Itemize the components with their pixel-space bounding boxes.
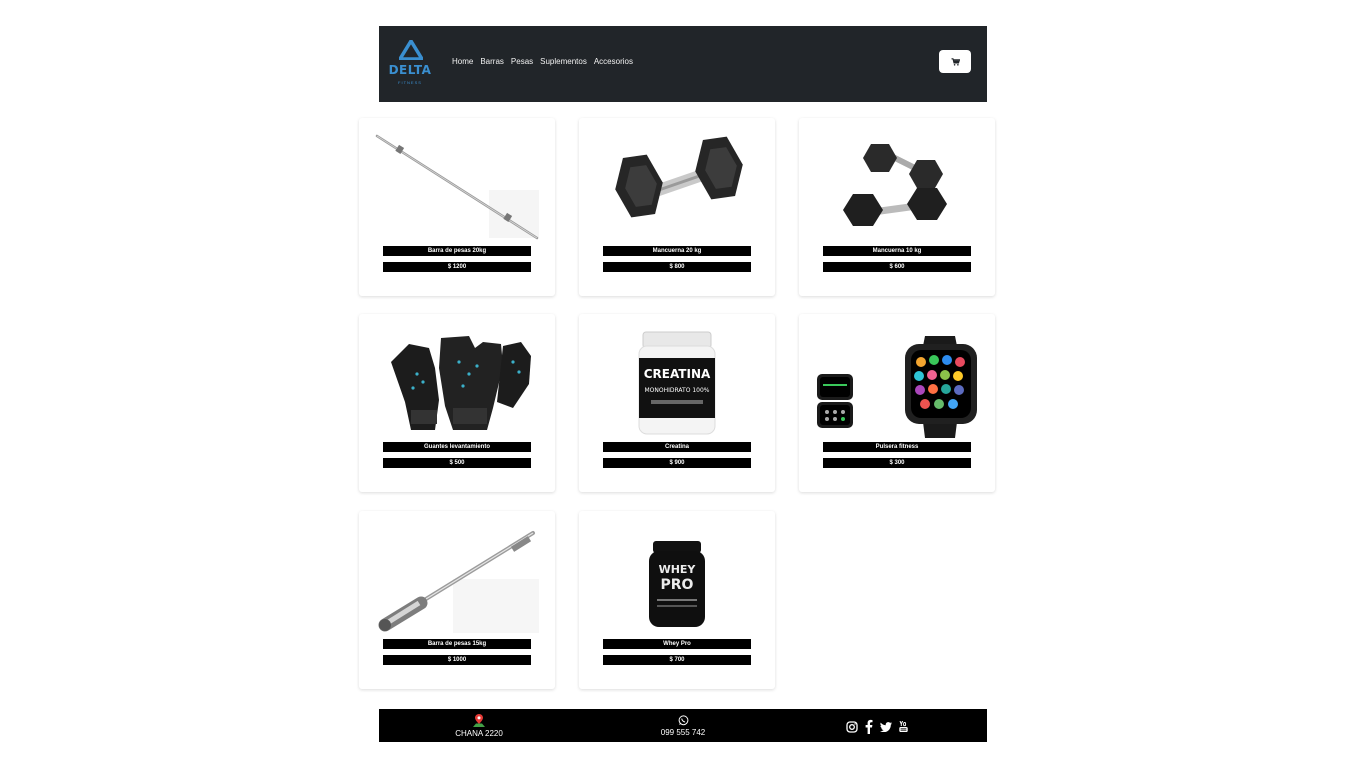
footer-address[interactable]: CHANA 2220 — [449, 709, 509, 742]
twitter-icon[interactable] — [880, 721, 892, 732]
creatine-sublabel: MONOHIDRATO 100% — [644, 387, 709, 394]
nav-link-accesorios[interactable]: Accesorios — [594, 57, 633, 66]
product-image-creatine-tub[interactable]: CREATINA MONOHIDRATO 100% — [593, 322, 761, 440]
whey-tub-icon: WHEY PRO — [649, 541, 705, 627]
whey-sublabel: PRO — [661, 577, 694, 593]
product-card[interactable]: Barra de pesas 15kg $ 1000 — [359, 511, 555, 689]
product-price: $ 800 — [603, 262, 751, 272]
footer-phone[interactable]: 099 555 742 — [651, 709, 715, 742]
product-image-straight-barbell[interactable] — [373, 126, 541, 244]
product-name: Mancuerna 20 kg — [603, 246, 751, 256]
lifting-gloves-icon — [391, 336, 531, 430]
product-card[interactable]: Mancuerna 20 kg $ 800 — [579, 118, 775, 296]
creatine-label: CREATINA — [644, 367, 711, 381]
product-price: $ 600 — [823, 262, 971, 272]
hex-dumbbell-icon — [615, 136, 743, 218]
social-links — [846, 719, 908, 734]
nav-link-barras[interactable]: Barras — [480, 57, 504, 66]
whey-label: WHEY — [659, 563, 697, 576]
cart-button[interactable] — [939, 50, 971, 73]
product-name: Creatina — [603, 442, 751, 452]
product-name: Guantes levantamiento — [383, 442, 531, 452]
map-pin-icon — [473, 713, 485, 727]
product-card[interactable]: Pulsera fitness $ 300 — [799, 314, 995, 492]
product-image-smartwatch[interactable] — [813, 322, 981, 440]
product-name: Barra de pesas 20kg — [383, 246, 531, 256]
whatsapp-icon — [678, 714, 688, 725]
nav-link-home[interactable]: Home — [452, 57, 473, 66]
product-card[interactable]: CREATINA MONOHIDRATO 100% Creatina $ 900 — [579, 314, 775, 492]
delta-triangle-icon — [399, 40, 423, 60]
facebook-icon[interactable] — [865, 719, 873, 734]
product-name: Barra de pesas 15kg — [383, 639, 531, 649]
product-card[interactable]: Mancuerna 10 kg $ 600 — [799, 118, 995, 296]
product-image-lifting-gloves[interactable] — [373, 322, 541, 440]
product-image-whey-tub[interactable]: WHEY PRO — [593, 519, 761, 637]
product-name: Mancuerna 10 kg — [823, 246, 971, 256]
footer: CHANA 2220 099 555 742 — [379, 709, 987, 742]
product-card[interactable]: Guantes levantamiento $ 500 — [359, 314, 555, 492]
product-price: $ 1000 — [383, 655, 531, 665]
dumbbell-pair-icon — [843, 144, 947, 226]
product-price: $ 700 — [603, 655, 751, 665]
navbar: DELTA FITNESS Home Barras Pesas Suplemen… — [379, 26, 987, 102]
product-price: $ 1200 — [383, 262, 531, 272]
brand-tagline: FITNESS — [398, 80, 422, 85]
product-name: Pulsera fitness — [823, 442, 971, 452]
product-image-dumbbell-pair[interactable] — [813, 126, 981, 244]
product-price: $ 500 — [383, 458, 531, 468]
olympic-barbell-icon — [378, 531, 539, 633]
straight-barbell-icon — [375, 134, 539, 240]
product-price: $ 900 — [603, 458, 751, 468]
nav-link-pesas[interactable]: Pesas — [511, 57, 533, 66]
instagram-icon[interactable] — [846, 720, 858, 733]
address-text: CHANA 2220 — [455, 728, 503, 738]
product-price: $ 300 — [823, 458, 971, 468]
product-image-olympic-barbell[interactable] — [373, 519, 541, 637]
smartwatch-icon — [817, 336, 977, 438]
phone-text: 099 555 742 — [660, 727, 706, 737]
creatine-tub-icon: CREATINA MONOHIDRATO 100% — [638, 331, 716, 435]
nav-links: Home Barras Pesas Suplementos Accesorios — [452, 57, 640, 66]
product-card[interactable]: WHEY PRO Whey Pro $ 700 — [579, 511, 775, 689]
cart-icon — [951, 57, 960, 66]
brand-name: DELTA — [388, 63, 432, 77]
product-card[interactable]: Barra de pesas 20kg $ 1200 — [359, 118, 555, 296]
brand-logo[interactable]: DELTA FITNESS — [385, 40, 435, 86]
nav-link-suplementos[interactable]: Suplementos — [540, 57, 587, 66]
youtube-icon[interactable] — [899, 721, 908, 732]
product-image-hex-dumbbell[interactable] — [593, 126, 761, 244]
product-name: Whey Pro — [603, 639, 751, 649]
